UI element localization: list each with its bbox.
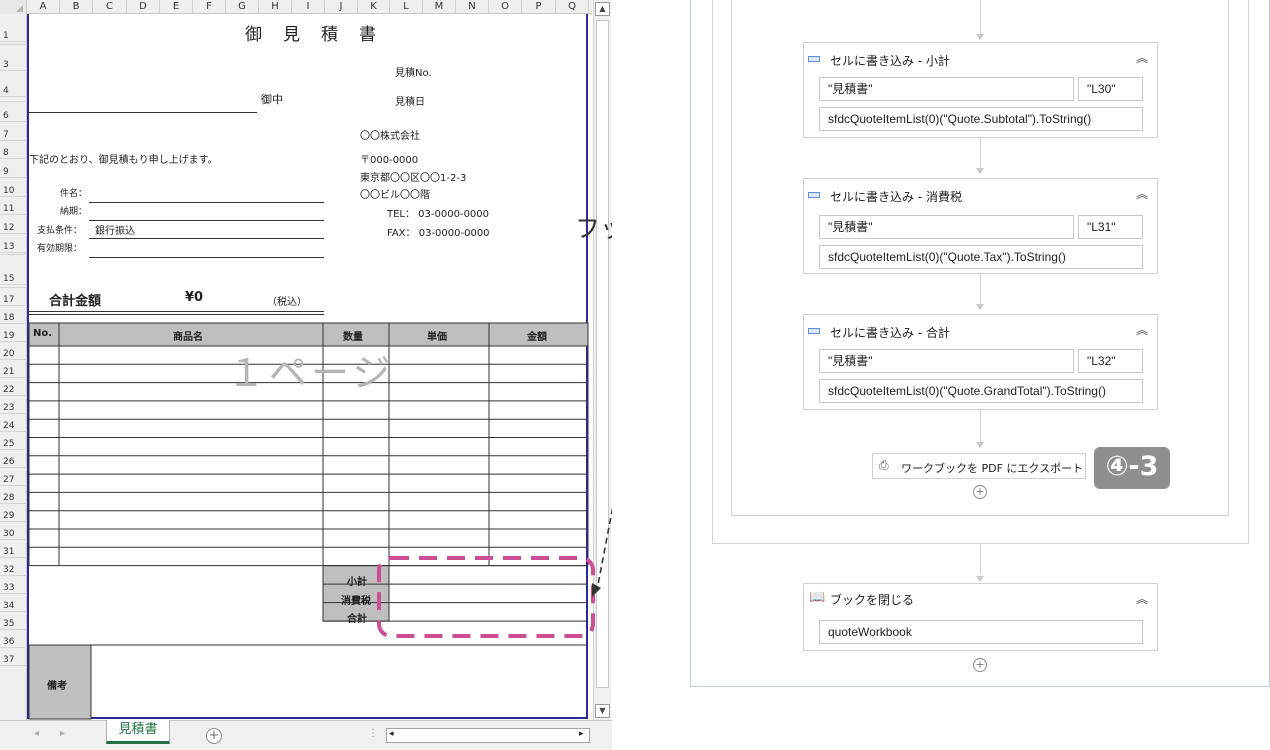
export-pdf-icon: ⎙ — [879, 458, 889, 472]
footer-dashed-box — [377, 556, 595, 638]
cell-address-field[interactable]: "L31" — [1078, 215, 1143, 239]
card-title: ブックを閉じる — [830, 593, 915, 607]
close-workbook-card[interactable]: 📖 ブックを閉じる ︽ quoteWorkbook — [803, 583, 1158, 651]
export-pdf-activity[interactable]: ⎙ ワークブックを PDF にエクスポート — [872, 453, 1086, 479]
sheet-name-field[interactable]: "見積書" — [819, 215, 1074, 239]
sheet-name-field[interactable]: "見積書" — [819, 349, 1074, 373]
connector-4 — [980, 544, 981, 574]
connector-4-arrow — [976, 576, 984, 582]
connector-3-arrow — [976, 442, 984, 448]
cell-value-field[interactable]: sfdcQuoteItemList(0)("Quote.Tax").ToStri… — [819, 245, 1143, 269]
connector-top — [980, 0, 981, 34]
card-title: セルに書き込み - 消費税 — [830, 190, 962, 204]
workbook-field[interactable]: quoteWorkbook — [819, 620, 1143, 644]
write-cell-icon — [808, 192, 820, 198]
collapse-icon[interactable]: ︽ — [1136, 185, 1148, 202]
connector-1-arrow — [976, 168, 984, 174]
flow-designer: セルに書き込み - 小計 ︽ "見積書" "L30" sfdcQuoteItem… — [612, 0, 1270, 750]
connector-1 — [980, 138, 981, 168]
workbook-close-icon: 📖 — [809, 590, 826, 605]
write-cell-total-card[interactable]: セルに書き込み - 合計 ︽ "見積書" "L32" sfdcQuoteItem… — [803, 314, 1158, 410]
card-title: セルに書き込み - 小計 — [830, 54, 950, 68]
cell-value-field[interactable]: sfdcQuoteItemList(0)("Quote.Subtotal").T… — [819, 107, 1143, 131]
step-badge: ④-3 — [1094, 447, 1170, 489]
card-title: セルに書き込み - 合計 — [830, 326, 950, 340]
collapse-icon[interactable]: ︽ — [1136, 49, 1148, 66]
connector-2 — [980, 274, 981, 304]
cell-address-field[interactable]: "L30" — [1078, 77, 1143, 101]
add-activity-icon[interactable]: + — [973, 658, 987, 672]
connector-3 — [980, 410, 981, 442]
connector-2-arrow — [976, 304, 984, 310]
export-pdf-label: ワークブックを PDF にエクスポート — [901, 462, 1084, 475]
write-cell-subtotal-card[interactable]: セルに書き込み - 小計 ︽ "見積書" "L30" sfdcQuoteItem… — [803, 42, 1158, 138]
write-cell-icon — [808, 328, 820, 334]
write-cell-icon — [808, 56, 820, 62]
add-activity-icon[interactable]: + — [973, 485, 987, 499]
cell-address-field[interactable]: "L32" — [1078, 349, 1143, 373]
collapse-icon[interactable]: ︽ — [1136, 590, 1148, 607]
cell-value-field[interactable]: sfdcQuoteItemList(0)("Quote.GrandTotal")… — [819, 379, 1143, 403]
collapse-icon[interactable]: ︽ — [1136, 321, 1148, 338]
write-cell-tax-card[interactable]: セルに書き込み - 消費税 ︽ "見積書" "L31" sfdcQuoteIte… — [803, 178, 1158, 274]
annotation-pointer-arrowhead — [592, 583, 601, 597]
sheet-name-field[interactable]: "見積書" — [819, 77, 1074, 101]
connector-top-arrow — [976, 34, 984, 40]
